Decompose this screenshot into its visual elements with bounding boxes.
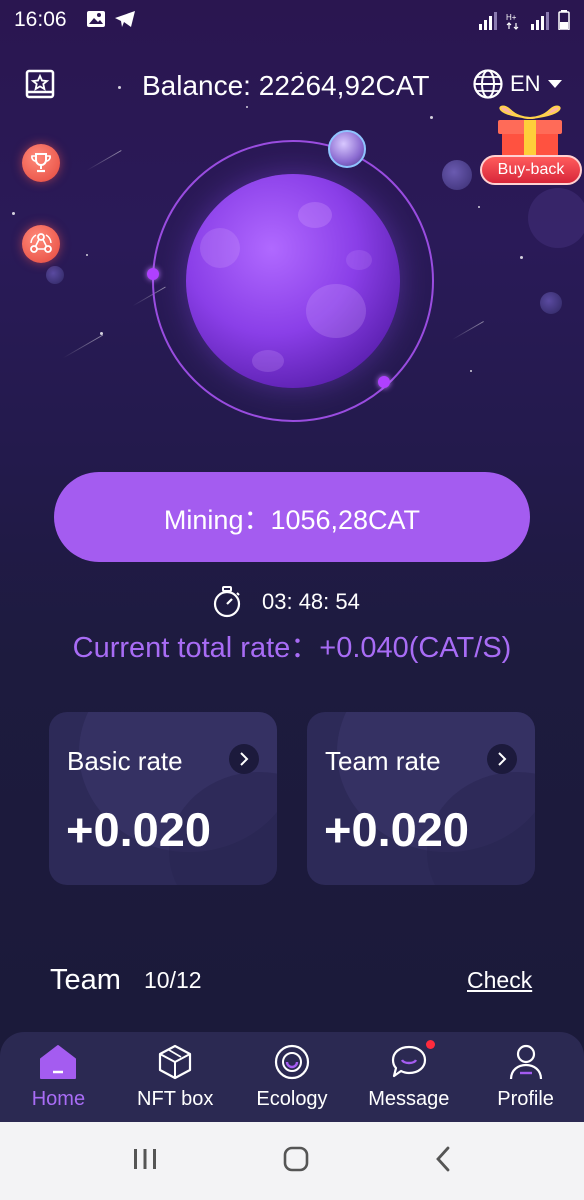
guide-book-icon[interactable] (24, 68, 56, 100)
profile-icon (506, 1042, 546, 1082)
orbit-dot (378, 376, 390, 388)
nav-nft-box[interactable]: NFT box (117, 1032, 234, 1122)
orbit-moon (328, 130, 366, 168)
balance-display: Balance: 22264,92CAT (142, 70, 430, 101)
globe-icon (473, 69, 503, 99)
language-selector[interactable]: EN (472, 68, 563, 100)
notification-badge (425, 1040, 435, 1049)
card-title: Basic rate (67, 746, 183, 776)
recent-apps-icon[interactable] (132, 1147, 158, 1176)
bottom-nav: Home NFT box Ecology Message Profile (0, 1032, 584, 1122)
network-button[interactable] (22, 225, 60, 263)
nav-message[interactable]: Message (350, 1032, 467, 1122)
basic-rate-card[interactable]: Basic rate +0.020 (49, 712, 277, 885)
timer-value: 03: 48: 54 (262, 589, 360, 614)
nav-label: Message (368, 1088, 450, 1110)
signal-icon (479, 12, 497, 30)
team-check-link[interactable]: Check (467, 967, 532, 994)
mining-button[interactable]: Mining：1056,28CAT (54, 472, 530, 562)
ecology-icon (272, 1042, 312, 1082)
trophy-button[interactable] (22, 144, 60, 182)
back-icon[interactable] (434, 1146, 452, 1177)
nav-label: Profile (497, 1088, 554, 1110)
battery-icon (558, 10, 570, 30)
svg-text:H+: H+ (506, 13, 517, 22)
telegram-icon (115, 11, 135, 27)
status-time: 16:06 (14, 8, 67, 31)
card-value: +0.020 (324, 803, 470, 856)
caret-down-icon (547, 80, 562, 88)
trophy-icon (31, 153, 51, 173)
countdown-timer: 03: 48: 54 (212, 586, 360, 618)
card-value: +0.020 (66, 803, 212, 856)
total-rate-text: Current total rate：+0.040(CAT/S) (72, 632, 512, 664)
home-system-icon[interactable] (282, 1145, 310, 1178)
nav-label: Home (31, 1088, 86, 1110)
nav-home[interactable]: Home (0, 1032, 117, 1122)
nav-ecology[interactable]: Ecology (234, 1032, 351, 1122)
status-bar: 16:06 H+ (0, 0, 584, 40)
system-nav-bar (0, 1122, 584, 1200)
message-icon (389, 1040, 435, 1082)
chevron-right-icon[interactable] (487, 744, 517, 774)
mining-planet[interactable] (186, 174, 400, 388)
network-icon (30, 233, 52, 253)
app-screen: 16:06 H+ Balance: 22264,92CAT EN Buy-bac… (0, 0, 584, 1200)
gallery-icon (87, 11, 105, 27)
home-icon (38, 1042, 78, 1082)
signal-icon-2 (531, 12, 549, 30)
data-network-icon: H+ (506, 13, 519, 30)
chevron-right-icon[interactable] (229, 744, 259, 774)
orbit-dot (147, 268, 159, 280)
team-count: 10/12 (144, 967, 202, 993)
nav-label: Ecology (256, 1088, 328, 1110)
buyback-button[interactable]: Buy-back (480, 155, 582, 185)
nav-label: NFT box (137, 1088, 214, 1110)
stopwatch-icon (213, 586, 241, 618)
card-title: Team rate (325, 746, 441, 776)
team-label: Team (50, 964, 121, 996)
box-icon (155, 1042, 195, 1082)
language-label: EN (510, 71, 541, 96)
nav-profile[interactable]: Profile (467, 1032, 584, 1122)
team-rate-card[interactable]: Team rate +0.020 (307, 712, 535, 885)
